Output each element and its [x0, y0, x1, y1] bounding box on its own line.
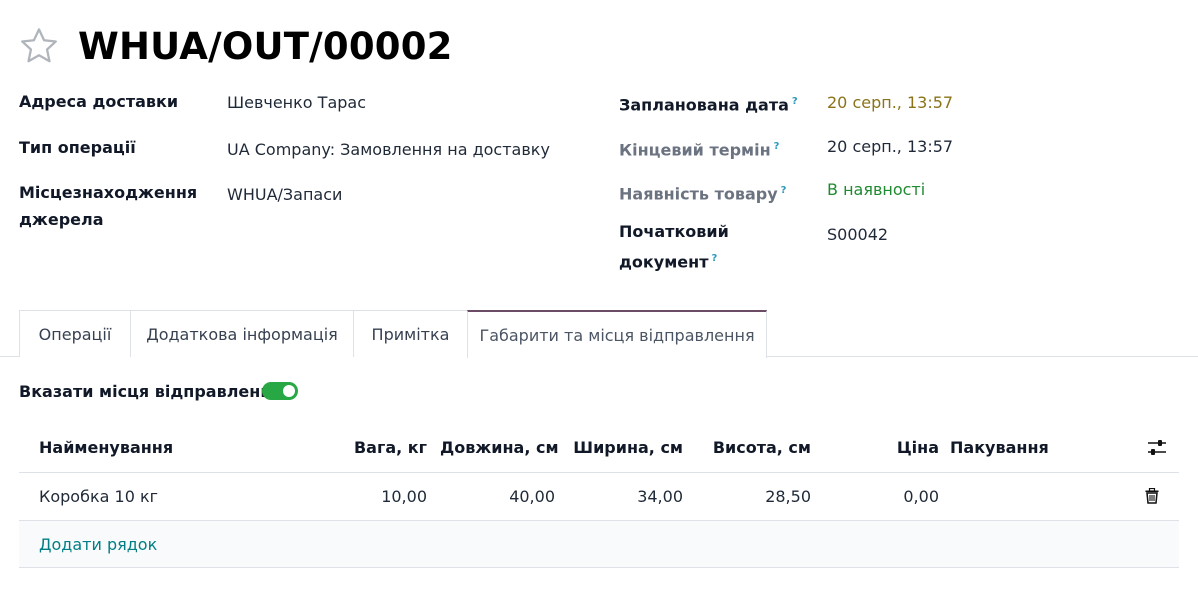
- deadline-label: Кінцевий термін?: [619, 133, 779, 163]
- cell-width[interactable]: 34,00: [570, 485, 683, 509]
- source-document-label: Початковий документ?: [619, 218, 729, 275]
- help-icon[interactable]: ?: [792, 96, 798, 107]
- add-line-link[interactable]: Додати рядок: [39, 533, 157, 557]
- deadline-value: 20 серп., 13:57: [827, 137, 954, 156]
- help-icon[interactable]: ?: [774, 141, 780, 152]
- cell-length[interactable]: 40,00: [440, 485, 555, 509]
- help-icon[interactable]: ?: [711, 253, 717, 264]
- cell-weight[interactable]: 10,00: [330, 485, 427, 509]
- deadline-label-text: Кінцевий термін: [619, 140, 771, 160]
- column-length[interactable]: Довжина, см: [440, 436, 559, 460]
- source-location-label-line2: джерела: [19, 210, 104, 229]
- tab-additional-info[interactable]: Додаткова інформація: [130, 310, 354, 357]
- add-line-row: [19, 521, 1179, 567]
- tab-operations[interactable]: Операції: [19, 310, 131, 357]
- title-row: WHUA/OUT/00002: [18, 22, 453, 70]
- star-outline-icon[interactable]: [18, 25, 60, 67]
- table-bottom-divider: [19, 567, 1179, 568]
- cell-height[interactable]: 28,50: [700, 485, 811, 509]
- availability-value: В наявності: [827, 180, 926, 199]
- source-document-label-line2: документ: [619, 252, 709, 272]
- operation-type-value[interactable]: UA Company: Замовлення на доставку: [227, 136, 550, 163]
- packages-toggle-label: Вказати місця відправлення: [19, 382, 282, 401]
- column-price[interactable]: Ціна: [880, 436, 939, 460]
- source-document-value: S00042: [827, 225, 889, 244]
- help-icon[interactable]: ?: [781, 185, 787, 196]
- column-packaging[interactable]: Пакування: [950, 436, 1049, 460]
- source-location-value[interactable]: WHUA/Запаси: [227, 181, 342, 208]
- scheduled-date-value[interactable]: 20 серп., 13:57: [827, 89, 953, 116]
- packages-toggle[interactable]: [262, 382, 298, 400]
- delivery-address-value[interactable]: Шевченко Тарас: [227, 89, 366, 116]
- availability-label: Наявність товару?: [619, 177, 786, 207]
- scheduled-date-label: Запланована дата?: [619, 88, 798, 118]
- cell-price[interactable]: 0,00: [880, 485, 939, 509]
- tab-dimensions-packages[interactable]: Габарити та місця відправлення: [467, 310, 767, 358]
- column-height[interactable]: Висота, см: [700, 436, 811, 460]
- source-location-label-line1: Місцезнаходження: [19, 183, 198, 202]
- source-location-label: Місцезнаходження джерела: [19, 179, 197, 233]
- availability-label-text: Наявність товару: [619, 184, 778, 204]
- source-document-label-line1: Початковий: [619, 222, 729, 241]
- column-width[interactable]: Ширина, см: [570, 436, 683, 460]
- scheduled-date-label-text: Запланована дата: [619, 95, 789, 115]
- table-header-divider: [19, 472, 1179, 473]
- column-name[interactable]: Найменування: [39, 436, 173, 460]
- trash-icon[interactable]: [1145, 488, 1159, 504]
- cell-name[interactable]: Коробка 10 кг: [39, 485, 158, 509]
- operation-type-label: Тип операції: [19, 138, 136, 157]
- column-weight[interactable]: Вага, кг: [330, 436, 427, 460]
- tab-note[interactable]: Примітка: [353, 310, 468, 357]
- delivery-address-label: Адреса доставки: [19, 92, 179, 111]
- record-title: WHUA/OUT/00002: [78, 24, 453, 68]
- sliders-icon[interactable]: [1147, 439, 1167, 457]
